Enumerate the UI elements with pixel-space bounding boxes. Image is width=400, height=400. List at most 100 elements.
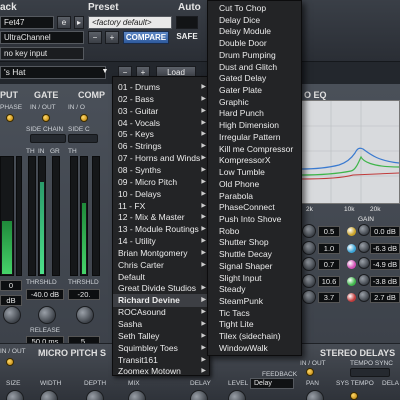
category-menu-item[interactable]: 12 - Mix & Master ▶ — [113, 211, 209, 223]
comp-attack-knob[interactable] — [76, 306, 94, 324]
gate-threshold-value[interactable]: -40.0 dB — [26, 289, 64, 300]
preset-menu-item[interactable]: Hard Punch — [208, 107, 301, 119]
preset-menu-item[interactable]: SteamPunk — [208, 295, 301, 307]
category-menu-item[interactable]: ROCAsound ▶ — [113, 306, 209, 318]
size-knob[interactable] — [6, 390, 24, 400]
category-menu-item[interactable]: 14 - Utility ▶ — [113, 235, 209, 247]
input-value-2[interactable]: dB — [0, 295, 22, 306]
eq-band-color-icon[interactable] — [347, 227, 356, 236]
preset-menu-item[interactable]: Old Phone — [208, 178, 301, 190]
category-menu-item[interactable]: 04 - Vocals ▶ — [113, 117, 209, 129]
preset-dropdown-icon[interactable]: ▼ — [100, 66, 110, 79]
preset-menu-item[interactable]: Gater Plate — [208, 84, 301, 96]
preset-menu-item[interactable]: Push Into Shove — [208, 213, 301, 225]
category-menu-item[interactable]: 11 - FX ▶ — [113, 200, 209, 212]
preset-menu-item[interactable]: Steady — [208, 283, 301, 295]
preset-plus-button[interactable]: + — [105, 31, 119, 44]
input-fader[interactable] — [16, 156, 22, 276]
input-value-1[interactable]: 0 — [0, 280, 22, 291]
category-menu-item[interactable]: Default — [113, 271, 209, 283]
category-menu-item[interactable]: 06 - Strings ▶ — [113, 140, 209, 152]
category-menu-item[interactable]: 01 - Drums ▶ — [113, 81, 209, 93]
width-knob[interactable] — [40, 390, 58, 400]
preset-minus-button[interactable]: − — [88, 31, 102, 44]
eq-frequency-knob[interactable] — [302, 240, 316, 255]
eq-gain-knob[interactable] — [358, 224, 370, 236]
tempo-sync-toggle[interactable] — [350, 368, 390, 377]
category-menu-item[interactable]: 03 - Guitar ▶ — [113, 105, 209, 117]
eq-gain-value[interactable]: 2.7 dB — [370, 292, 400, 303]
preset-menu-item[interactable]: Signal Shaper — [208, 260, 301, 272]
preset-menu-item[interactable]: Robo — [208, 225, 301, 237]
track-suffix-button[interactable]: e — [57, 16, 71, 29]
preset-menu-item[interactable]: Irregular Pattern — [208, 131, 301, 143]
category-menu-item[interactable]: 08 - Synths ▶ — [113, 164, 209, 176]
delay-type-select[interactable]: Delay — [250, 378, 294, 389]
eq-gain-knob[interactable] — [358, 257, 370, 269]
track-arrow-icon[interactable]: ▸ — [74, 16, 84, 29]
gate-led-icon[interactable] — [42, 114, 50, 122]
category-menu-item[interactable]: Chris Carter ▶ — [113, 259, 209, 271]
eq-gain-value[interactable]: 0.0 dB — [370, 226, 400, 237]
mix-knob[interactable] — [128, 390, 146, 400]
category-menu-item[interactable]: Squimbley Toes ▶ — [113, 342, 209, 354]
category-menu-item[interactable]: 10 - Delays ▶ — [113, 188, 209, 200]
preset-menu-item[interactable]: Tic Tacs — [208, 307, 301, 319]
comp-threshold-slider[interactable] — [70, 156, 78, 276]
category-menu-item[interactable]: 09 - Micro Pitch ▶ — [113, 176, 209, 188]
eq-frequency-knob[interactable] — [302, 224, 316, 238]
stereo-delays-led-icon[interactable] — [306, 368, 314, 376]
preset-menu-item[interactable]: Gated Delay — [208, 72, 301, 84]
preset-menu-item[interactable]: Shutter Shop — [208, 236, 301, 248]
gate-threshold-slider[interactable] — [28, 156, 36, 276]
category-menu-item[interactable]: Seth Talley ▶ — [113, 330, 209, 342]
preset-menu-item[interactable]: Slight Input — [208, 272, 301, 284]
preset-menu-item[interactable]: Graphic — [208, 96, 301, 108]
preset-menu-item[interactable]: Parabola — [208, 190, 301, 202]
eq-graph[interactable] — [300, 100, 400, 204]
preset-menu-item[interactable]: Delay Dice — [208, 14, 301, 26]
preset-menu-item[interactable]: Shuttle Decay — [208, 248, 301, 260]
category-menu-item[interactable]: Zoomex Motown ▶ — [113, 365, 209, 377]
category-menu-item[interactable]: 13 - Module Routings ▶ — [113, 223, 209, 235]
category-menu-item[interactable]: Great Divide Studios ▶ — [113, 282, 209, 294]
channel-select[interactable]: UltraChannel — [0, 31, 84, 44]
eq-gain-value[interactable]: -4.9 dB — [370, 259, 400, 270]
eq-gain-value[interactable]: -6.3 dB — [370, 242, 400, 254]
eq-frequency-value[interactable]: 10.6 — [318, 275, 340, 287]
eq-frequency-value[interactable]: 1.0 — [318, 242, 340, 254]
preset-menu-item[interactable]: Low Tumble — [208, 166, 301, 178]
category-menu-item[interactable]: 07 - Horns and Winds ▶ — [113, 152, 209, 164]
eq-gain-value[interactable]: -3.8 dB — [370, 275, 400, 287]
key-input-select[interactable]: no key input — [0, 47, 84, 60]
phase-led-icon[interactable] — [6, 114, 14, 122]
category-menu-item[interactable]: 02 - Bass ▶ — [113, 93, 209, 105]
eq-band-color-icon[interactable] — [347, 260, 356, 269]
comp-led-icon[interactable] — [80, 114, 88, 122]
eq-band-color-icon[interactable] — [347, 243, 356, 253]
eq-band-color-icon[interactable] — [347, 276, 356, 286]
eq-frequency-value[interactable]: 0.7 — [318, 259, 340, 270]
eq-gain-knob[interactable] — [358, 240, 370, 253]
category-menu-item[interactable]: Sasha ▶ — [113, 318, 209, 330]
eq-band-color-icon[interactable] — [347, 293, 356, 302]
preset-name-field[interactable]: 's Hat — [0, 66, 106, 79]
preset-menu-item[interactable]: Delay Module — [208, 25, 301, 37]
comp-side-chain-toggle[interactable] — [68, 134, 98, 143]
gate-release-knob[interactable] — [38, 306, 56, 324]
safe-button[interactable]: SAFE — [176, 31, 198, 44]
preset-menu-item[interactable]: PhaseConnect — [208, 201, 301, 213]
sys-tempo-led-icon[interactable] — [350, 392, 358, 400]
eq-frequency-knob[interactable] — [302, 257, 316, 271]
gate-side-chain-toggle[interactable] — [30, 134, 66, 143]
eq-frequency-value[interactable]: 3.7 — [318, 292, 340, 303]
category-menu-item[interactable]: Transit161 ▶ — [113, 354, 209, 366]
eq-gain-knob[interactable] — [358, 290, 370, 302]
preset-menu-item[interactable]: Double Door — [208, 37, 301, 49]
delay-knob[interactable] — [190, 390, 208, 400]
micro-pitch-led-icon[interactable] — [6, 358, 14, 366]
preset-menu-item[interactable]: Kill me Compressor — [208, 143, 301, 155]
eq-frequency-knob[interactable] — [302, 290, 316, 304]
preset-menu-item[interactable]: WindowWalk — [208, 342, 301, 354]
category-menu-item[interactable]: Richard Devine ▶ — [113, 294, 209, 306]
